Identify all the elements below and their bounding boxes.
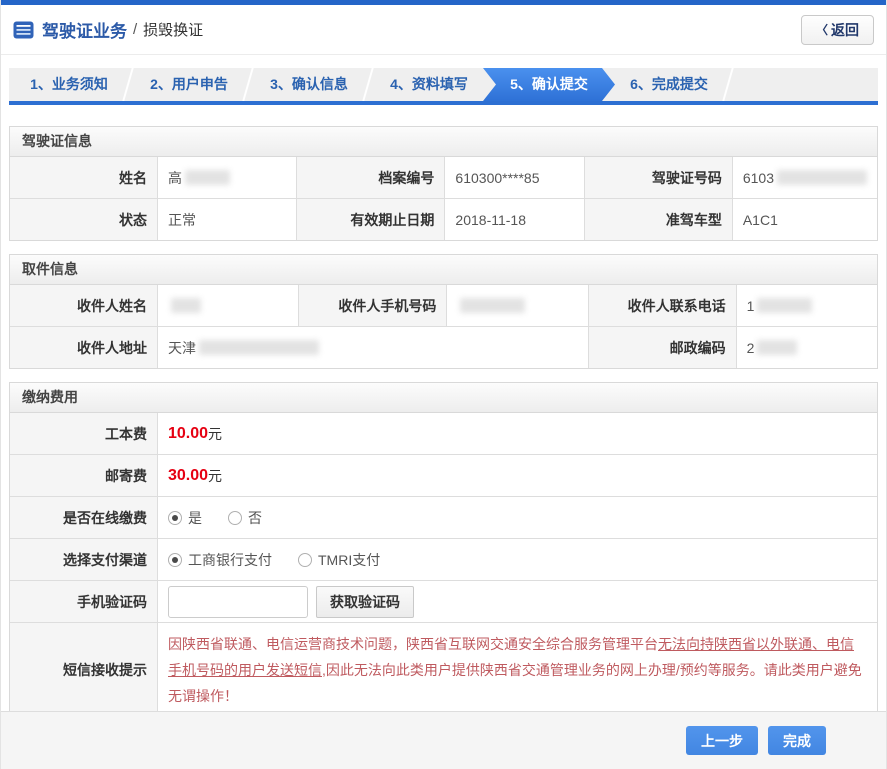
channel-tmri-label[interactable]: TMRI支付 [318,550,380,570]
step-2-user-declaration[interactable]: 2、用户申告 [129,68,249,101]
recipient-phone-value: 1 [736,285,877,326]
radio-online-yes[interactable] [168,510,182,525]
page: 驾驶证业务 / 损毁换证 〈 返回 1、业务须知 2、用户申告 3、确认信息 4… [0,0,887,769]
footer-actions: 上一步 完成 [1,711,886,769]
recipient-mobile-value [447,285,588,326]
postage-fee-amount: 30.00 [168,466,209,484]
redacted-name [185,170,230,185]
online-pay-options: 是 否 [158,497,877,538]
breadcrumb-separator: / [133,21,138,38]
recipient-mobile-label: 收件人手机号码 [299,285,447,326]
vehicle-type-value: A1C1 [732,199,877,240]
pay-channel-options: 工商银行支付 TMRI支付 [158,539,877,580]
file-no-value: 610300****85 [445,157,584,198]
sms-code-row: 获取验证码 [158,581,877,622]
section-license-title: 驾驶证信息 [10,127,877,157]
vehicle-type-label: 准驾车型 [584,199,732,240]
license-no-label: 驾驶证号码 [584,157,732,198]
step-5-confirm-submit[interactable]: 5、确认提交 [483,68,615,101]
section-pickup-info: 取件信息 收件人姓名 收件人手机号码 收件人联系电话 1 收件人地址 天津 邮政… [9,254,878,369]
section-pickup-title: 取件信息 [10,255,877,285]
radio-online-no[interactable] [228,510,242,525]
postage-fee-unit: 元 [208,467,223,484]
postage-fee-value: 30.00 元 [158,455,877,496]
zip-code-label: 邮政编码 [588,327,736,368]
recipient-address-value: 天津 [158,327,588,368]
step-1-business-notice[interactable]: 1、业务须知 [9,68,129,101]
back-button-label: 返回 [831,21,859,38]
redacted-recipient-phone [757,298,813,313]
sms-code-input[interactable] [168,585,308,618]
cost-fee-amount: 10.00 [168,424,209,442]
main-content: 驾驶证信息 姓名 高 档案编号 610300****85 驾驶证号码 6103 … [9,126,878,718]
chevron-left-icon: 〈 [815,23,828,37]
license-no-value: 6103 [732,157,877,198]
section-license-info: 驾驶证信息 姓名 高 档案编号 610300****85 驾驶证号码 6103 … [9,126,878,241]
name-value: 高 [158,157,297,198]
postage-fee-label: 邮寄费 [10,455,157,496]
channel-icbc-label[interactable]: 工商银行支付 [188,550,272,570]
name-label: 姓名 [10,157,157,198]
cost-fee-unit: 元 [208,425,223,442]
radio-channel-tmri[interactable] [298,552,312,567]
cost-fee-value: 10.00 元 [158,413,877,454]
page-header: 驾驶证业务 / 损毁换证 〈 返回 [1,5,886,55]
sms-code-label: 手机验证码 [10,581,157,622]
recipient-name-label: 收件人姓名 [10,285,157,326]
online-pay-label: 是否在线缴费 [10,497,157,538]
breadcrumb-current: 损毁换证 [143,22,204,39]
form-list-icon [13,21,34,39]
page-title: 驾驶证业务 [42,22,127,41]
redacted-recipient-name [171,298,201,313]
redacted-recipient-mobile [460,298,526,313]
file-no-label: 档案编号 [297,157,445,198]
section-fees-title: 缴纳费用 [10,383,877,413]
back-button[interactable]: 〈 返回 [800,14,874,45]
expiry-value: 2018-11-18 [445,199,584,240]
online-no-label[interactable]: 否 [248,508,262,528]
sms-notice-label: 短信接收提示 [10,623,157,717]
previous-step-button[interactable]: 上一步 [686,726,758,755]
redacted-license-no [777,170,867,185]
step-3-confirm-info[interactable]: 3、确认信息 [249,68,369,101]
finish-button[interactable]: 完成 [768,726,826,755]
step-4-fill-data[interactable]: 4、资料填写 [369,68,489,101]
radio-channel-icbc[interactable] [168,552,182,567]
status-value: 正常 [158,199,297,240]
recipient-phone-label: 收件人联系电话 [588,285,736,326]
get-sms-code-button[interactable]: 获取验证码 [316,585,414,618]
step-nav: 1、业务须知 2、用户申告 3、确认信息 4、资料填写 5、确认提交 6、完成提… [9,68,878,105]
pay-channel-label: 选择支付渠道 [10,539,157,580]
recipient-address-label: 收件人地址 [10,327,157,368]
section-fees: 缴纳费用 工本费 10.00 元 邮寄费 30.00 元 是否在线缴费 是 否 选择… [9,382,878,718]
redacted-zip-code [757,340,798,355]
status-label: 状态 [10,199,157,240]
step-6-finish-submit[interactable]: 6、完成提交 [609,68,729,101]
expiry-label: 有效期止日期 [297,199,445,240]
online-yes-label[interactable]: 是 [188,508,202,528]
cost-fee-label: 工本费 [10,413,157,454]
sms-notice-text: 因陕西省联通、电信运营商技术问题，陕西省互联网交通安全综合服务管理平台无法向持陕… [158,623,877,717]
recipient-name-value [158,285,299,326]
redacted-recipient-address [199,340,319,355]
zip-code-value: 2 [736,327,877,368]
